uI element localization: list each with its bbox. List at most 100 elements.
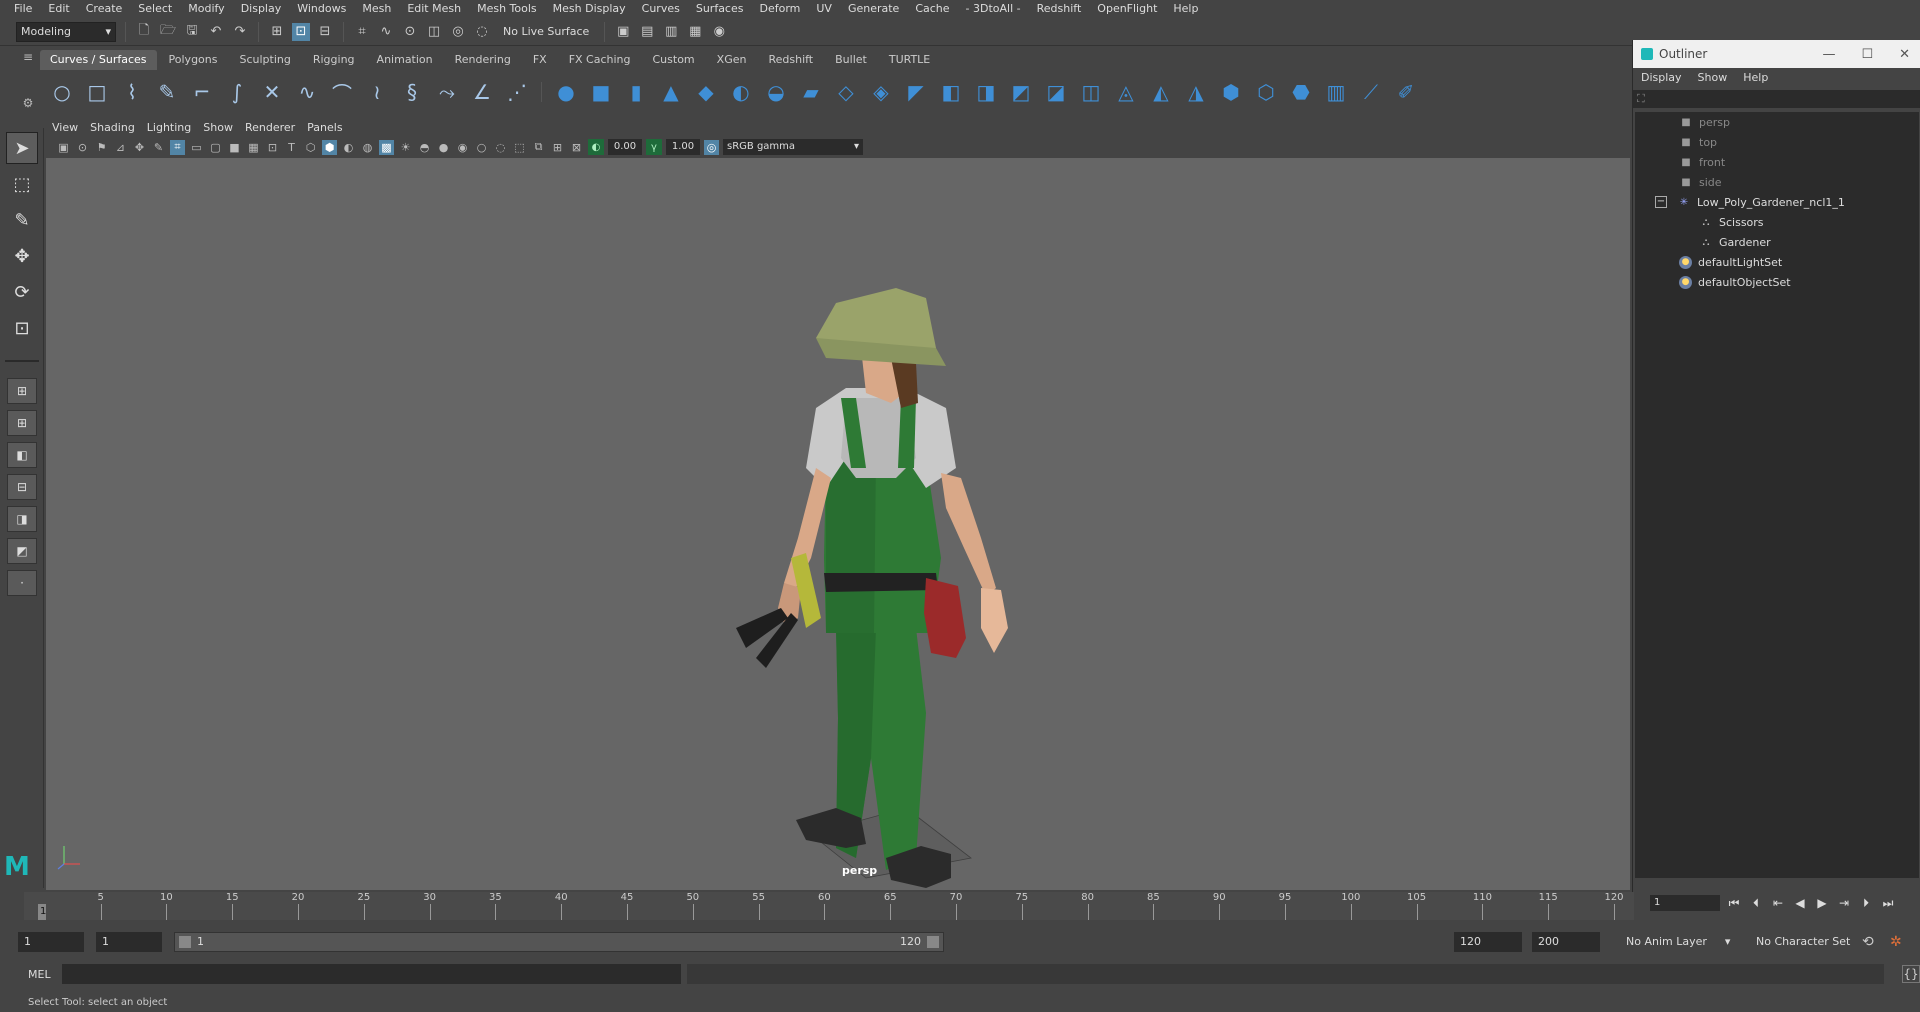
snap-curve-icon[interactable]: ∿ — [377, 23, 395, 41]
auto-key-icon[interactable]: ⟲ — [1862, 934, 1878, 950]
menu-edit[interactable]: Edit — [40, 0, 77, 18]
xray-components-icon[interactable]: ⊠ — [569, 140, 584, 155]
curve-intersect-icon[interactable]: ✕ — [258, 78, 286, 106]
isolate-select-icon[interactable]: ⬚ — [512, 140, 527, 155]
nurbs-cylinder-icon[interactable]: ▮ — [622, 78, 650, 106]
current-frame-field[interactable]: 1 — [1650, 895, 1720, 911]
default-material-icon[interactable]: ◐ — [341, 140, 356, 155]
animation-start-field[interactable]: 1 — [18, 932, 84, 952]
range-bar[interactable]: 1 120 — [174, 932, 944, 952]
render-settings-icon[interactable]: ▦ — [686, 23, 704, 41]
align-surface-icon[interactable]: ⬡ — [1252, 78, 1280, 106]
range-end-handle[interactable] — [927, 936, 939, 948]
camera-attributes-icon[interactable]: ⊙ — [75, 140, 90, 155]
collapse-toggle[interactable]: − — [1655, 196, 1667, 208]
insert-isoparm-icon[interactable]: ▥ — [1322, 78, 1350, 106]
outliner-menu-help[interactable]: Help — [1743, 71, 1768, 84]
nurbs-sphere-icon[interactable]: ● — [552, 78, 580, 106]
playback-start-field[interactable]: 1 — [96, 932, 162, 952]
outliner-menu-display[interactable]: Display — [1641, 71, 1682, 84]
grid-icon[interactable]: ⌗ — [170, 139, 185, 155]
bevel-icon[interactable]: ◩ — [1007, 78, 1035, 106]
menu-curves[interactable]: Curves — [634, 0, 688, 18]
exposure-icon[interactable]: ◐ — [588, 139, 604, 155]
smooth-shade-icon[interactable]: ⬢ — [322, 139, 337, 155]
menu-select[interactable]: Select — [130, 0, 180, 18]
menu-3dtoall[interactable]: - 3DtoAll - — [958, 0, 1029, 18]
make-live-icon[interactable]: ◌ — [473, 23, 491, 41]
project-curve-icon[interactable]: ◪ — [1042, 78, 1070, 106]
range-start-handle[interactable] — [179, 936, 191, 948]
extrude-icon[interactable]: ◈ — [867, 78, 895, 106]
redo-icon[interactable]: ↷ — [231, 23, 249, 41]
menu-windows[interactable]: Windows — [289, 0, 354, 18]
motion-blur-icon[interactable]: ◉ — [455, 140, 470, 155]
open-scene-icon[interactable]: 🗁 — [159, 23, 177, 41]
list-item[interactable]: ● defaultLightSet — [1635, 252, 1919, 272]
extend-surface-icon[interactable]: ⟋ — [1357, 78, 1385, 106]
nurbs-square-icon[interactable]: □ — [83, 78, 111, 106]
playback-end-field[interactable]: 120 — [1454, 932, 1522, 952]
nurbs-torus-icon[interactable]: ◐ — [727, 78, 755, 106]
play-forwards-icon[interactable]: ▶ — [1814, 895, 1830, 911]
list-item[interactable]: ■ side — [1635, 172, 1919, 192]
bookmark-icon[interactable]: ⚑ — [94, 140, 109, 155]
tab-fx[interactable]: FX — [522, 50, 557, 70]
tab-custom[interactable]: Custom — [642, 50, 705, 70]
menu-help[interactable]: Help — [1165, 0, 1206, 18]
persp-uv-layout-icon[interactable]: ◩ — [7, 538, 37, 564]
grease-pencil-icon[interactable]: ✎ — [151, 140, 166, 155]
menu-cache[interactable]: Cache — [907, 0, 957, 18]
step-back-frame-icon[interactable]: ⏴ — [1748, 895, 1764, 911]
time-slider-track[interactable]: 1 5 10 15 20 25 30 35 40 45 50 55 60 65 70 75 80 85 90 95 1… — [38, 892, 1624, 920]
time-slider[interactable]: 1 5 10 15 20 25 30 35 40 45 50 55 60 65 70 75 80 85 90 95 1… — [24, 892, 1634, 920]
tab-redshift[interactable]: Redshift — [758, 50, 824, 70]
tab-rendering[interactable]: Rendering — [444, 50, 521, 70]
viewport-menu-shading[interactable]: Shading — [90, 121, 135, 134]
select-tool-icon[interactable]: ➤ — [6, 132, 38, 164]
scale-tool-icon[interactable]: ⊡ — [6, 312, 38, 344]
persp-hypershade-layout-icon[interactable]: ◨ — [7, 506, 37, 532]
go-to-end-icon[interactable]: ⏭ — [1880, 895, 1896, 911]
wireframe-icon[interactable]: ⬡ — [303, 140, 318, 155]
open-close-icon[interactable]: ⬣ — [1287, 78, 1315, 106]
boundary-icon[interactable]: ◧ — [937, 78, 965, 106]
revolve-icon[interactable]: ◒ — [762, 78, 790, 106]
tab-bullet[interactable]: Bullet — [825, 50, 877, 70]
menu-display[interactable]: Display — [233, 0, 290, 18]
tab-sculpting[interactable]: Sculpting — [229, 50, 301, 70]
planar-icon[interactable]: ◇ — [832, 78, 860, 106]
curve-fillet-icon[interactable]: ∿ — [293, 78, 321, 106]
birail-icon[interactable]: ◤ — [902, 78, 930, 106]
use-all-lights-icon[interactable]: ☀ — [398, 140, 413, 155]
step-forward-frame-icon[interactable]: ⏵ — [1858, 895, 1874, 911]
minimize-icon[interactable]: — — [1822, 47, 1835, 62]
safe-title-icon[interactable]: T — [284, 140, 299, 155]
play-backwards-icon[interactable]: ◀ — [1792, 895, 1808, 911]
nurbs-cone-icon[interactable]: ▲ — [657, 78, 685, 106]
color-management-icon[interactable]: ◎ — [704, 139, 719, 155]
list-item[interactable]: ■ top — [1635, 132, 1919, 152]
persp-graph-layout-icon[interactable]: ⊟ — [7, 474, 37, 500]
script-editor-icon[interactable]: {} — [1902, 965, 1920, 983]
menu-mesh-tools[interactable]: Mesh Tools — [469, 0, 545, 18]
menu-icon[interactable]: ≡ — [23, 50, 33, 64]
render-view-icon[interactable]: ▣ — [614, 23, 632, 41]
nurbs-cube-icon[interactable]: ■ — [587, 78, 615, 106]
mode-select[interactable]: Modeling ▾ — [16, 21, 116, 42]
menu-file[interactable]: File — [6, 0, 40, 18]
curve-detach-icon[interactable]: ⋰ — [503, 78, 531, 106]
curve-extend-icon[interactable]: ⤳ — [433, 78, 461, 106]
viewport-3d[interactable]: persp — [46, 158, 1630, 890]
xray-joints-icon[interactable]: ⊞ — [550, 140, 565, 155]
trim-icon[interactable]: ◬ — [1112, 78, 1140, 106]
character-set-select[interactable]: No Character Set — [1750, 932, 1856, 952]
menu-mesh[interactable]: Mesh — [354, 0, 399, 18]
exposure-field[interactable]: 0.00 — [608, 139, 642, 155]
viewport-menu-lighting[interactable]: Lighting — [147, 121, 191, 134]
move-tool-icon[interactable]: ✥ — [6, 240, 38, 272]
list-item[interactable]: ■ persp — [1635, 112, 1919, 132]
rotate-tool-icon[interactable]: ⟳ — [6, 276, 38, 308]
four-view-layout-icon[interactable]: ⊞ — [7, 410, 37, 436]
anim-layer-select[interactable]: No Anim Layer ▾ — [1620, 932, 1736, 952]
